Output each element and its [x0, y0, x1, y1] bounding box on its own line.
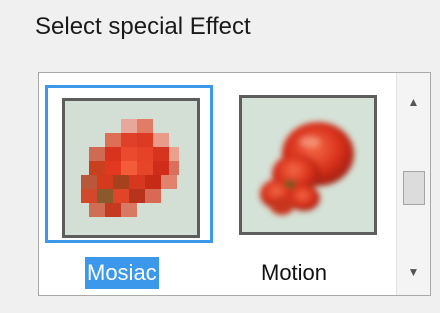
mosaic-tomato-icon [65, 101, 197, 235]
chevron-down-icon[interactable]: ▼ [397, 257, 430, 287]
motion-thumbnail [239, 95, 377, 235]
scrollbar-thumb[interactable] [403, 171, 425, 205]
motion-tomato-icon [242, 98, 374, 232]
effect-item-motion[interactable]: Motion [225, 85, 393, 285]
chevron-up-icon[interactable]: ▲ [397, 87, 430, 117]
special-effect-dialog: Select special Effect Mosiac Motion ▲ ▼ [0, 0, 440, 313]
effect-item-mosaic[interactable]: Mosiac [45, 85, 213, 289]
selection-outline [45, 85, 213, 243]
effect-label-motion: Motion [261, 260, 328, 285]
effect-label-mosaic: Mosiac [85, 257, 159, 289]
effects-list[interactable]: Mosiac Motion ▲ ▼ [38, 72, 431, 296]
dialog-title: Select special Effect [35, 13, 251, 40]
item-frame [225, 85, 393, 243]
vertical-scrollbar[interactable]: ▲ ▼ [396, 73, 430, 295]
mosaic-thumbnail [62, 98, 200, 238]
